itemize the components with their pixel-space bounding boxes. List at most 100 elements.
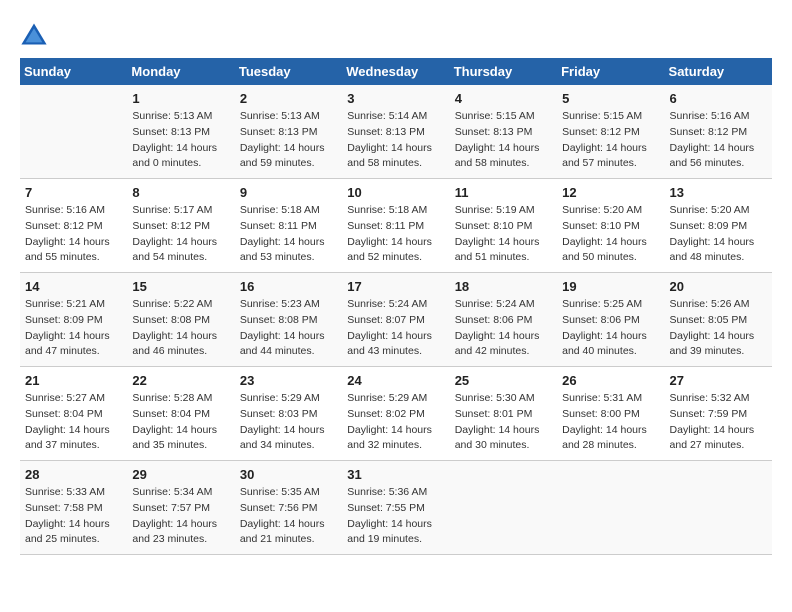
day-cell: 29 Sunrise: 5:34 AMSunset: 7:57 PMDayligh… bbox=[127, 461, 234, 555]
calendar-table: SundayMondayTuesdayWednesdayThursdayFrid… bbox=[20, 58, 772, 555]
day-number: 8 bbox=[132, 185, 229, 200]
day-cell: 5 Sunrise: 5:15 AMSunset: 8:12 PMDaylight… bbox=[557, 85, 664, 179]
day-number: 20 bbox=[670, 279, 767, 294]
day-cell: 24 Sunrise: 5:29 AMSunset: 8:02 PMDayligh… bbox=[342, 367, 449, 461]
day-info: Sunrise: 5:24 AMSunset: 8:06 PMDaylight:… bbox=[455, 297, 552, 360]
day-info: Sunrise: 5:19 AMSunset: 8:10 PMDaylight:… bbox=[455, 203, 552, 266]
day-cell: 20Sunrise: 5:26 AMSunset: 8:05 PMDayligh… bbox=[665, 273, 772, 367]
day-info: Sunrise: 5:13 AMSunset: 8:13 PMDaylight:… bbox=[132, 109, 229, 172]
day-cell: 4 Sunrise: 5:15 AMSunset: 8:13 PMDaylight… bbox=[450, 85, 557, 179]
day-number: 19 bbox=[562, 279, 659, 294]
day-number: 31 bbox=[347, 467, 444, 482]
day-info: Sunrise: 5:20 AMSunset: 8:09 PMDaylight:… bbox=[670, 203, 767, 266]
day-cell: 7 Sunrise: 5:16 AMSunset: 8:12 PMDaylight… bbox=[20, 179, 127, 273]
week-row-4: 21 Sunrise: 5:27 AMSunset: 8:04 PMDayligh… bbox=[20, 367, 772, 461]
day-number: 3 bbox=[347, 91, 444, 106]
day-info: Sunrise: 5:17 AMSunset: 8:12 PMDaylight:… bbox=[132, 203, 229, 266]
day-number: 30 bbox=[240, 467, 337, 482]
day-info: Sunrise: 5:15 AMSunset: 8:13 PMDaylight:… bbox=[455, 109, 552, 172]
day-number: 28 bbox=[25, 467, 122, 482]
header-sunday: Sunday bbox=[20, 58, 127, 85]
day-info: Sunrise: 5:27 AMSunset: 8:04 PMDaylight:… bbox=[25, 391, 122, 454]
day-number: 27 bbox=[670, 373, 767, 388]
day-number: 25 bbox=[455, 373, 552, 388]
day-info: Sunrise: 5:35 AMSunset: 7:56 PMDaylight:… bbox=[240, 485, 337, 548]
day-cell: 10 Sunrise: 5:18 AMSunset: 8:11 PMDayligh… bbox=[342, 179, 449, 273]
day-number: 17 bbox=[347, 279, 444, 294]
day-cell: 13 Sunrise: 5:20 AMSunset: 8:09 PMDayligh… bbox=[665, 179, 772, 273]
day-info: Sunrise: 5:23 AMSunset: 8:08 PMDaylight:… bbox=[240, 297, 337, 360]
day-info: Sunrise: 5:22 AMSunset: 8:08 PMDaylight:… bbox=[132, 297, 229, 360]
week-row-1: 1 Sunrise: 5:13 AMSunset: 8:13 PMDaylight… bbox=[20, 85, 772, 179]
day-cell: 9Sunrise: 5:18 AMSunset: 8:11 PMDaylight… bbox=[235, 179, 342, 273]
day-cell: 19 Sunrise: 5:25 AMSunset: 8:06 PMDayligh… bbox=[557, 273, 664, 367]
day-number: 15 bbox=[132, 279, 229, 294]
day-number: 9 bbox=[240, 185, 337, 200]
logo-icon bbox=[20, 20, 48, 48]
day-cell: 8 Sunrise: 5:17 AMSunset: 8:12 PMDaylight… bbox=[127, 179, 234, 273]
day-info: Sunrise: 5:16 AMSunset: 8:12 PMDaylight:… bbox=[25, 203, 122, 266]
day-cell bbox=[557, 461, 664, 555]
day-number: 13 bbox=[670, 185, 767, 200]
day-number: 7 bbox=[25, 185, 122, 200]
day-info: Sunrise: 5:29 AMSunset: 8:03 PMDaylight:… bbox=[240, 391, 337, 454]
header-tuesday: Tuesday bbox=[235, 58, 342, 85]
day-info: Sunrise: 5:24 AMSunset: 8:07 PMDaylight:… bbox=[347, 297, 444, 360]
week-row-2: 7 Sunrise: 5:16 AMSunset: 8:12 PMDaylight… bbox=[20, 179, 772, 273]
day-number: 23 bbox=[240, 373, 337, 388]
day-number: 6 bbox=[670, 91, 767, 106]
day-cell: 28Sunrise: 5:33 AMSunset: 7:58 PMDayligh… bbox=[20, 461, 127, 555]
day-number: 22 bbox=[132, 373, 229, 388]
day-number: 29 bbox=[132, 467, 229, 482]
day-cell: 30 Sunrise: 5:35 AMSunset: 7:56 PMDayligh… bbox=[235, 461, 342, 555]
day-number: 11 bbox=[455, 185, 552, 200]
day-cell: 22 Sunrise: 5:28 AMSunset: 8:04 PMDayligh… bbox=[127, 367, 234, 461]
day-number: 10 bbox=[347, 185, 444, 200]
day-info: Sunrise: 5:32 AMSunset: 7:59 PMDaylight:… bbox=[670, 391, 767, 454]
day-cell: 1 Sunrise: 5:13 AMSunset: 8:13 PMDaylight… bbox=[127, 85, 234, 179]
day-cell bbox=[450, 461, 557, 555]
day-number: 5 bbox=[562, 91, 659, 106]
day-number: 1 bbox=[132, 91, 229, 106]
day-cell: 18 Sunrise: 5:24 AMSunset: 8:06 PMDayligh… bbox=[450, 273, 557, 367]
day-number: 26 bbox=[562, 373, 659, 388]
day-number: 21 bbox=[25, 373, 122, 388]
day-cell: 12Sunrise: 5:20 AMSunset: 8:10 PMDayligh… bbox=[557, 179, 664, 273]
day-cell bbox=[20, 85, 127, 179]
day-cell: 15 Sunrise: 5:22 AMSunset: 8:08 PMDayligh… bbox=[127, 273, 234, 367]
week-row-3: 14Sunrise: 5:21 AMSunset: 8:09 PMDayligh… bbox=[20, 273, 772, 367]
header-monday: Monday bbox=[127, 58, 234, 85]
logo bbox=[20, 20, 54, 48]
day-info: Sunrise: 5:28 AMSunset: 8:04 PMDaylight:… bbox=[132, 391, 229, 454]
day-info: Sunrise: 5:36 AMSunset: 7:55 PMDaylight:… bbox=[347, 485, 444, 548]
day-cell: 11 Sunrise: 5:19 AMSunset: 8:10 PMDayligh… bbox=[450, 179, 557, 273]
day-cell: 31 Sunrise: 5:36 AMSunset: 7:55 PMDayligh… bbox=[342, 461, 449, 555]
day-info: Sunrise: 5:31 AMSunset: 8:00 PMDaylight:… bbox=[562, 391, 659, 454]
day-info: Sunrise: 5:13 AMSunset: 8:13 PMDaylight:… bbox=[240, 109, 337, 172]
calendar-header-row: SundayMondayTuesdayWednesdayThursdayFrid… bbox=[20, 58, 772, 85]
day-info: Sunrise: 5:15 AMSunset: 8:12 PMDaylight:… bbox=[562, 109, 659, 172]
day-number: 4 bbox=[455, 91, 552, 106]
day-number: 16 bbox=[240, 279, 337, 294]
header-friday: Friday bbox=[557, 58, 664, 85]
day-number: 18 bbox=[455, 279, 552, 294]
day-cell: 26 Sunrise: 5:31 AMSunset: 8:00 PMDayligh… bbox=[557, 367, 664, 461]
day-cell: 14Sunrise: 5:21 AMSunset: 8:09 PMDayligh… bbox=[20, 273, 127, 367]
day-info: Sunrise: 5:18 AMSunset: 8:11 PMDaylight:… bbox=[347, 203, 444, 266]
day-info: Sunrise: 5:16 AMSunset: 8:12 PMDaylight:… bbox=[670, 109, 767, 172]
day-cell: 3Sunrise: 5:14 AMSunset: 8:13 PMDaylight… bbox=[342, 85, 449, 179]
header-wednesday: Wednesday bbox=[342, 58, 449, 85]
day-number: 24 bbox=[347, 373, 444, 388]
day-cell: 6 Sunrise: 5:16 AMSunset: 8:12 PMDaylight… bbox=[665, 85, 772, 179]
day-info: Sunrise: 5:29 AMSunset: 8:02 PMDaylight:… bbox=[347, 391, 444, 454]
day-cell: 23 Sunrise: 5:29 AMSunset: 8:03 PMDayligh… bbox=[235, 367, 342, 461]
day-cell: 2Sunrise: 5:13 AMSunset: 8:13 PMDaylight… bbox=[235, 85, 342, 179]
day-info: Sunrise: 5:25 AMSunset: 8:06 PMDaylight:… bbox=[562, 297, 659, 360]
day-number: 14 bbox=[25, 279, 122, 294]
week-row-5: 28Sunrise: 5:33 AMSunset: 7:58 PMDayligh… bbox=[20, 461, 772, 555]
day-info: Sunrise: 5:30 AMSunset: 8:01 PMDaylight:… bbox=[455, 391, 552, 454]
day-cell: 25 Sunrise: 5:30 AMSunset: 8:01 PMDayligh… bbox=[450, 367, 557, 461]
header-thursday: Thursday bbox=[450, 58, 557, 85]
day-cell bbox=[665, 461, 772, 555]
day-info: Sunrise: 5:34 AMSunset: 7:57 PMDaylight:… bbox=[132, 485, 229, 548]
